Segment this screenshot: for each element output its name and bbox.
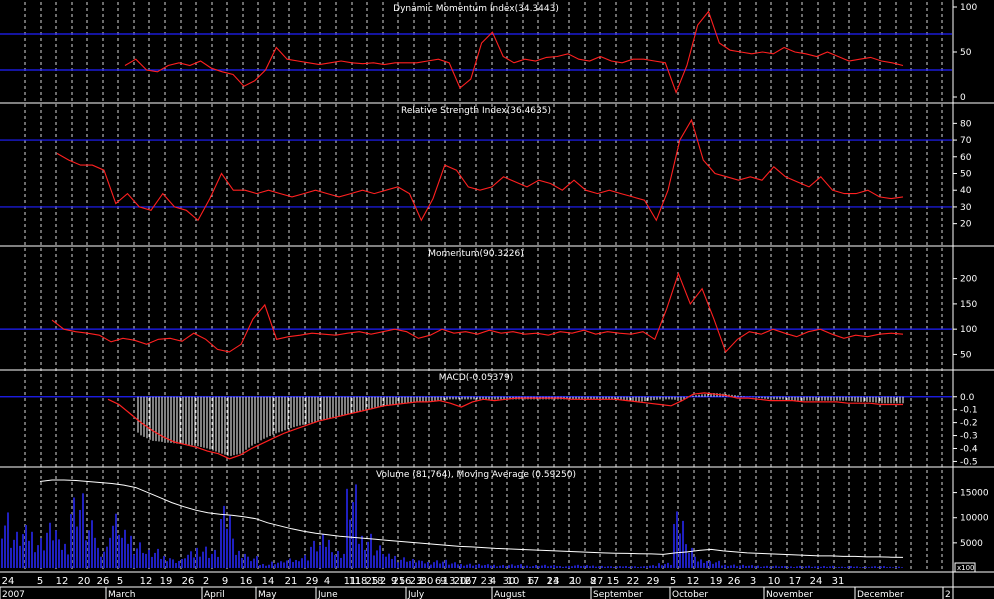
y-tick-label: 0.0 (960, 393, 975, 403)
y-tick-label: 0 (960, 93, 966, 103)
pane-title: Volume (81,764), Moving Average (0.59250… (376, 470, 576, 480)
x-month-label: November (766, 590, 813, 599)
x-month-label: July (407, 590, 425, 599)
x-tick-day-label: 15 (607, 576, 620, 587)
x-tick-day-label: 29 (647, 576, 660, 587)
indicator-line (124, 10, 904, 95)
indicator-line (56, 118, 904, 222)
x-tick-day-label: 5 (117, 576, 123, 587)
x-tick-day-label: 17 (789, 576, 802, 587)
y-tick-label: -0.1 (960, 406, 978, 416)
x-tick-day-label: 31 (832, 576, 845, 587)
y-tick-label: 10000 (960, 514, 989, 524)
y-tick-label: -0.2 (960, 419, 978, 429)
x-tick-day-label: 22 (627, 576, 640, 587)
x-tick-day-label: 26 (182, 576, 195, 587)
labels-layer: Dynamic Momentum Index(34.3443) 0 50 100 Rel… (2, 3, 989, 599)
y-tick-label: 70 (960, 136, 972, 146)
x-tick-day-label: 4 (324, 576, 330, 587)
x-tick-day-label: 26 (97, 576, 110, 587)
x-tick-day-label: 9 (222, 576, 228, 587)
grid-layer (0, 0, 994, 599)
x-month-label: August (494, 590, 526, 599)
y-tick-label: 50 (960, 48, 972, 58)
x-tick-day-label-overlap: 30 (503, 576, 516, 587)
pane-title: MACD(-0.05379) (439, 373, 513, 383)
x-tick-day-label-overlap: 2 (418, 576, 424, 587)
x-month-label: 2007 (2, 590, 25, 599)
x-month-label: 2 (945, 590, 951, 599)
y-tick-label: 100 (960, 3, 977, 13)
y-tick-label: -0.3 (960, 432, 978, 442)
technical-analysis-chart: Dynamic Momentum Index(34.3443) 0 50 100 Rel… (0, 0, 994, 599)
series-layer (1, 10, 904, 568)
x-tick-day-label: 10 (768, 576, 781, 587)
y-tick-label: 150 (960, 300, 977, 310)
x-tick-day-label-overlap: 23 (481, 576, 494, 587)
x-tick-day-label-overlap: 20 (569, 576, 582, 587)
x-month-label: April (204, 590, 225, 599)
y-tick-label: 20 (960, 220, 972, 230)
x-tick-day-label-overlap: 9 (440, 576, 446, 587)
x-month-label: September (593, 590, 643, 599)
x-month-label: December (857, 590, 904, 599)
x-tick-day-label: 5 (670, 576, 676, 587)
x-tick-day-label: 21 (285, 576, 298, 587)
y-tick-label: 100 (960, 325, 977, 335)
x-tick-day-label: 20 (78, 576, 91, 587)
chart-window: Dynamic Momentum Index(34.3443) 0 50 100 Rel… (0, 0, 994, 599)
x-tick-day-label-overlap: 27 (591, 576, 604, 587)
y-tick-label: 200 (960, 275, 977, 285)
x-month-label: June (317, 590, 338, 599)
pane-title: Dynamic Momentum Index(34.3443) (393, 4, 559, 14)
x-tick-day-label-overlap: 11 (349, 576, 362, 587)
x-month-label: May (258, 590, 277, 599)
pane-title: Relative Strength Index(36.4635) (401, 106, 551, 116)
volume-moving-average-line (39, 479, 904, 558)
x-tick-day-label: 29 (306, 576, 319, 587)
x-tick-day-label: 12 (56, 576, 69, 587)
y-tick-label: 30 (960, 203, 972, 213)
y-tick-label: 50 (960, 350, 972, 360)
y-tick-label: 50 (960, 170, 972, 180)
x-month-label: October (672, 590, 708, 599)
y-tick-label: 5000 (960, 539, 983, 549)
x-tick-day-label: 19 (710, 576, 723, 587)
x-tick-day-label: 12 (687, 576, 700, 587)
x-tick-day-label: 26 (728, 576, 741, 587)
indicator-line (51, 271, 904, 353)
x-tick-day-label: 24 (810, 576, 823, 587)
x-tick-day-label: 12 (140, 576, 153, 587)
y-tick-label: -0.5 (960, 457, 978, 467)
x-tick-day-label: 24 (2, 576, 15, 587)
x-tick-day-label: 14 (262, 576, 275, 587)
y-tick-label: 60 (960, 153, 972, 163)
unit-label: x100 (957, 564, 975, 572)
x-tick-day-label: 16 (240, 576, 253, 587)
x-tick-day-label: 5 (37, 576, 43, 587)
x-tick-day-label: 2 (203, 576, 209, 587)
y-tick-label: 15000 (960, 489, 989, 499)
x-tick-day-label-overlap: 25 (393, 576, 406, 587)
x-tick-day-label-overlap: 6 (528, 576, 534, 587)
pane-title: Momentum(90.3226) (428, 249, 524, 259)
y-tick-label: 80 (960, 119, 972, 129)
x-month-label: March (108, 590, 135, 599)
x-tick-day-label: 3 (750, 576, 756, 587)
x-tick-day-label-overlap: 16 (459, 576, 472, 587)
y-tick-label: 40 (960, 186, 972, 196)
x-tick-day-label: 19 (160, 576, 173, 587)
x-tick-day-label-overlap: 18 (371, 576, 384, 587)
y-tick-label: -0.4 (960, 444, 978, 454)
x-tick-day-label-overlap: 13 (547, 576, 560, 587)
